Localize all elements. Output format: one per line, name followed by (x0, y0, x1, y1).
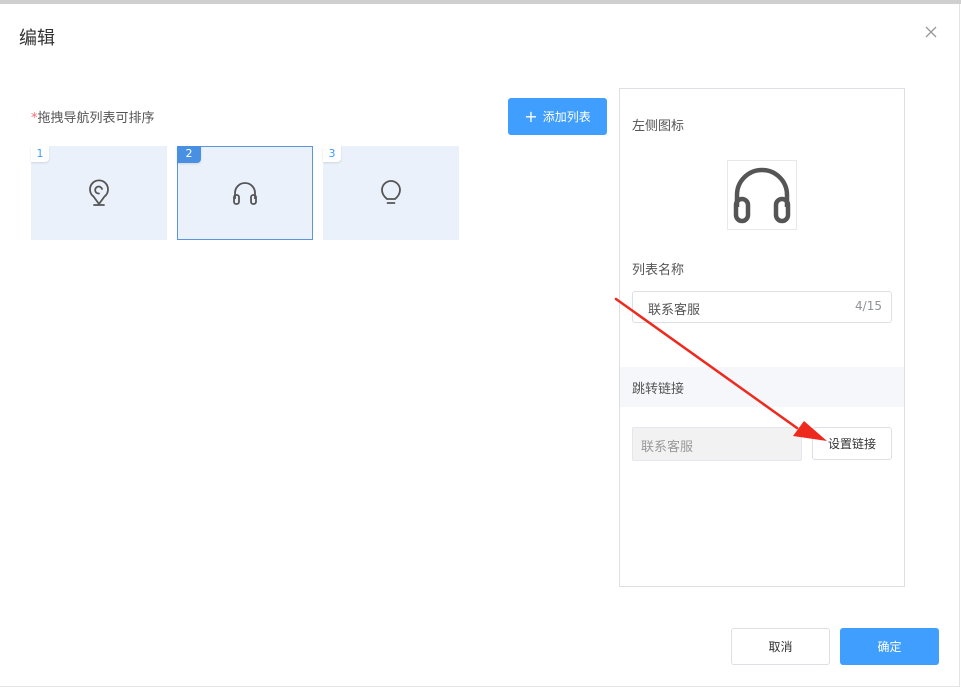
nav-item-card-2[interactable]: 2 (177, 146, 313, 240)
cancel-button[interactable]: 取消 (731, 628, 830, 665)
nav-item-card-3[interactable]: 3 (323, 146, 459, 240)
nav-item-index-badge: 2 (177, 146, 201, 163)
list-name-label: 列表名称 (632, 263, 685, 278)
nav-item-card-1[interactable]: 1 (31, 146, 167, 240)
nav-item-index-badge: 1 (31, 146, 49, 162)
plus-icon: + (524, 106, 538, 126)
jump-link-label: 跳转链接 (632, 382, 685, 397)
lightbulb-icon (381, 180, 401, 204)
list-name-value: 联系客服 (648, 303, 701, 318)
left-icon-selector[interactable] (727, 160, 797, 230)
headphones-icon (233, 182, 257, 205)
add-list-button-label: 添加列表 (542, 110, 591, 124)
list-name-char-count: 4/15 (855, 299, 882, 313)
drag-sort-hint: *拖拽导航列表可排序 (31, 107, 155, 126)
headphones-icon (733, 167, 791, 224)
add-list-button[interactable]: + 添加列表 (508, 98, 607, 135)
confirm-button[interactable]: 确定 (840, 628, 939, 665)
jump-link-input: 联系客服 (632, 427, 802, 461)
close-icon[interactable] (921, 22, 941, 42)
nav-item-index-badge: 3 (323, 146, 341, 162)
jump-link-section-header: 跳转链接 (620, 367, 904, 407)
jump-link-value: 联系客服 (641, 440, 694, 455)
set-link-button[interactable]: 设置链接 (812, 427, 892, 460)
dialog-title: 编辑 (19, 28, 55, 49)
left-icon-label: 左侧图标 (632, 119, 685, 134)
location-pin-icon (89, 179, 109, 206)
drag-sort-hint-text: 拖拽导航列表可排序 (37, 111, 155, 126)
list-name-input[interactable]: 联系客服 4/15 (632, 291, 892, 323)
